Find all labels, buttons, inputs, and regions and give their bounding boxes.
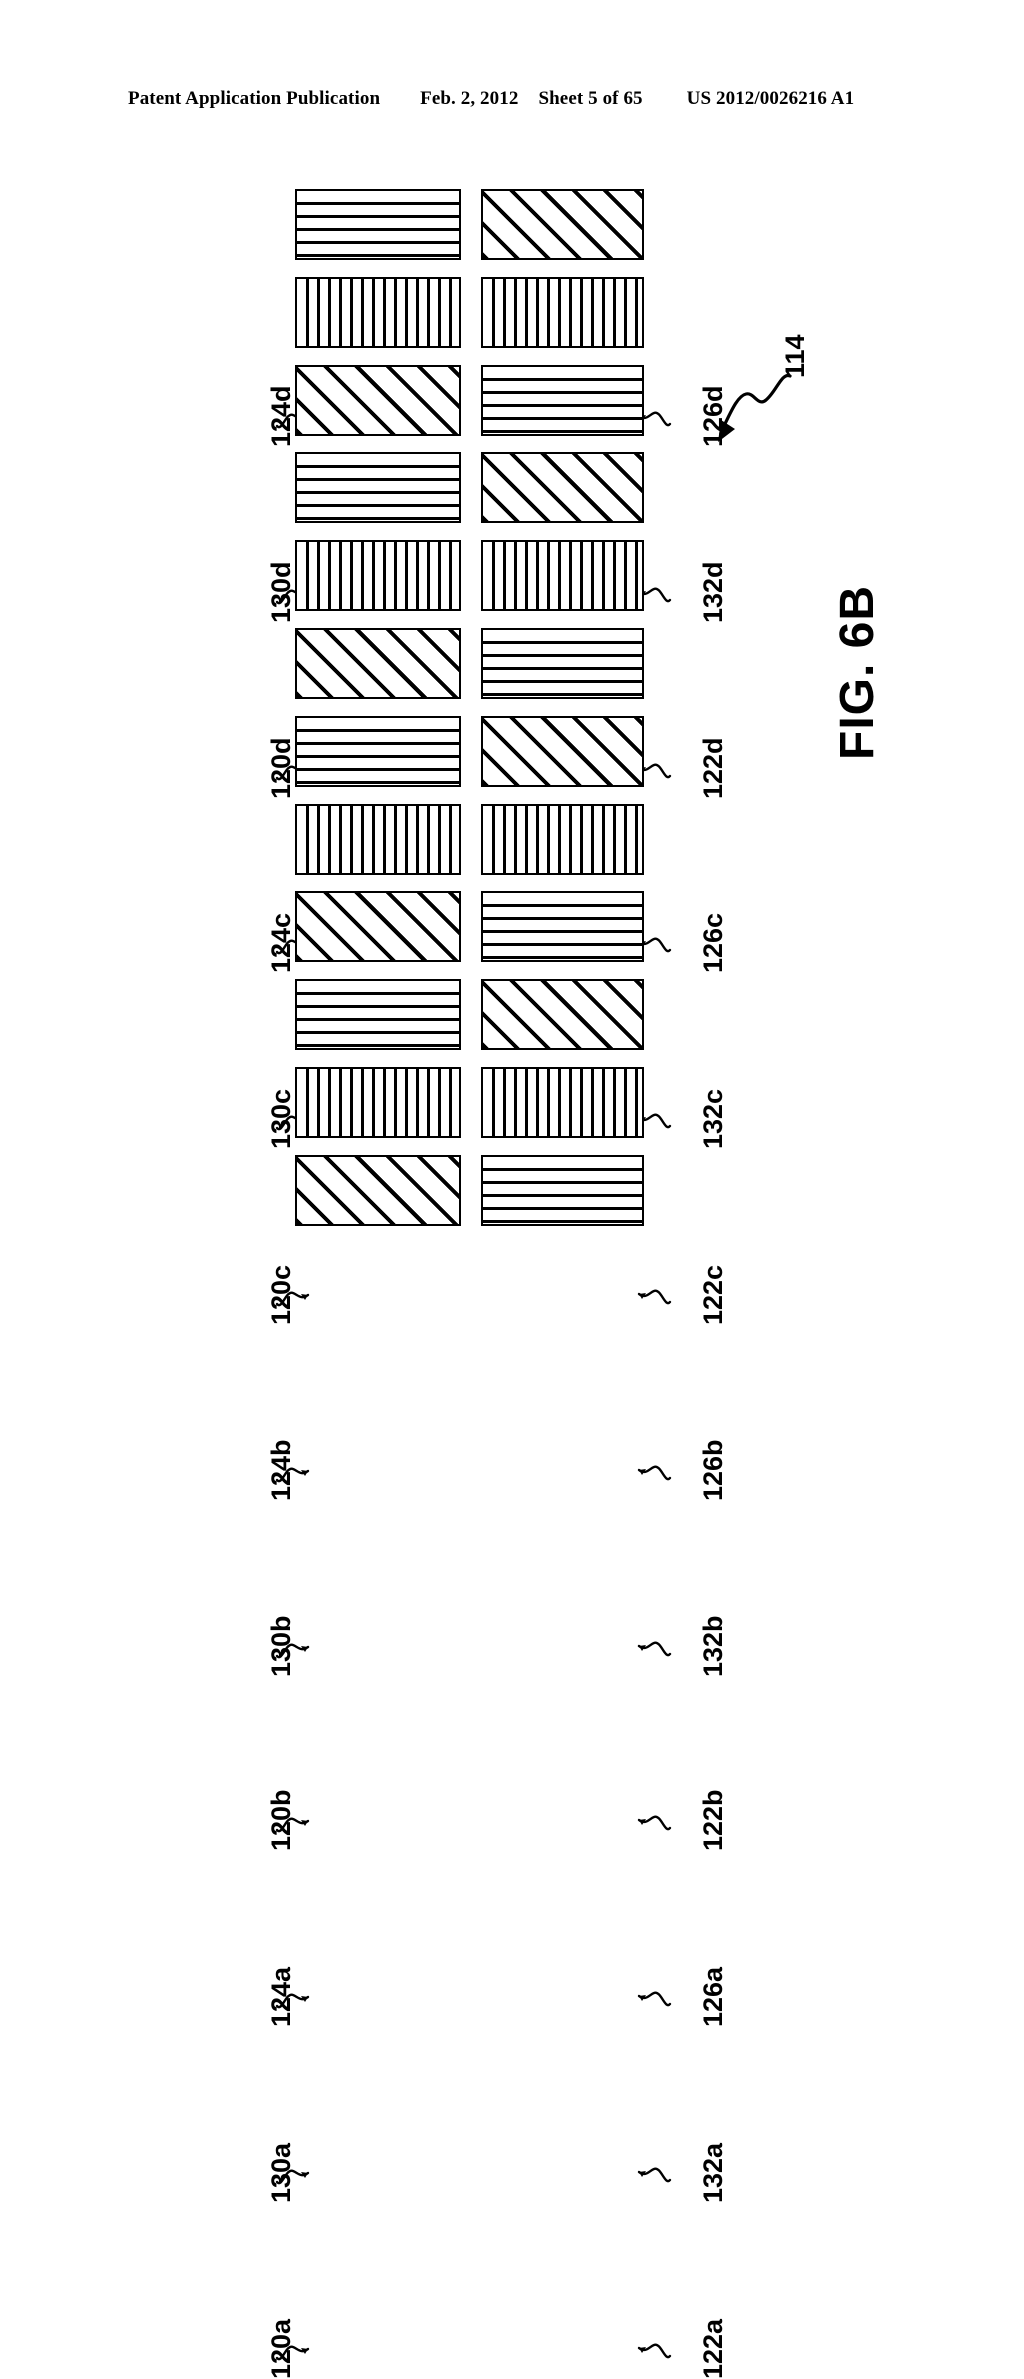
leader-line-120b [275, 1810, 311, 1836]
reference-label-122a: 122a [698, 2318, 728, 2379]
layer-block-132c [481, 540, 644, 611]
leader-line-130a [275, 2162, 311, 2188]
leader-line-130b [275, 1636, 311, 1662]
reference-label-132b: 132b [698, 1615, 728, 1677]
layer-block-126a [481, 979, 644, 1050]
layer-block-120c [295, 628, 461, 699]
layer-block-124c [295, 452, 461, 523]
layer-block-132d [481, 277, 644, 348]
leader-line-132b [632, 1634, 672, 1662]
reference-label-132a: 132a [698, 2142, 728, 2203]
leader-line-132a [632, 2160, 672, 2188]
layer-block-130a [295, 1067, 461, 1138]
layer-block-126b [481, 716, 644, 787]
leader-line-122a [632, 2336, 672, 2364]
leader-line-124a [275, 1986, 311, 2012]
block-row: 130d 132d [0, 277, 1024, 623]
layer-block-120a [295, 1155, 461, 1226]
layer-block-122b [481, 891, 644, 962]
reference-label-126a: 126a [698, 1966, 728, 2027]
block-row: 130a 132a [0, 1067, 1024, 2203]
leader-line-120c [275, 1284, 311, 1310]
layer-block-124b [295, 716, 461, 787]
block-row: 124c 126c [0, 452, 1024, 973]
layer-block-126d [481, 189, 644, 260]
layer-block-120d [295, 365, 461, 436]
block-row: 120a 122a [0, 1155, 1024, 2379]
reference-label-122b: 122b [698, 1789, 728, 1851]
block-row: 120d 122d [0, 365, 1024, 799]
block-row: 124a 126a [0, 979, 1024, 2027]
block-row: 130b 132b [0, 804, 1024, 1677]
figure-6b-drawing: 124d 126d 130d 132d 120d 122d 124c 126c 130c 132c… [0, 0, 1024, 2379]
layer-block-122d [481, 365, 644, 436]
reference-label-126b: 126b [698, 1439, 728, 1501]
layer-block-120b [295, 891, 461, 962]
figure-caption: FIG. 6B [831, 584, 884, 760]
leader-line-122b [632, 1808, 672, 1836]
layer-block-124a [295, 979, 461, 1050]
leader-line-126b [632, 1458, 672, 1486]
block-row: 124d 126d [0, 189, 1024, 447]
layer-block-130d [295, 277, 461, 348]
layer-block-132b [481, 804, 644, 875]
layer-block-126c [481, 452, 644, 523]
layer-block-124d [295, 189, 461, 260]
leader-line-122c [632, 1282, 672, 1310]
leader-line-126a [632, 1984, 672, 2012]
layer-block-122a [481, 1155, 644, 1226]
block-row: 120b 122b [0, 891, 1024, 1851]
leader-line-124b [275, 1460, 311, 1486]
reference-label-122c: 122c [698, 1264, 728, 1325]
layer-block-130b [295, 804, 461, 875]
leader-line-120a [275, 2338, 311, 2364]
layer-block-130c [295, 540, 461, 611]
layer-block-132a [481, 1067, 644, 1138]
callout-114-arrow-icon [712, 370, 802, 450]
layer-block-122c [481, 628, 644, 699]
